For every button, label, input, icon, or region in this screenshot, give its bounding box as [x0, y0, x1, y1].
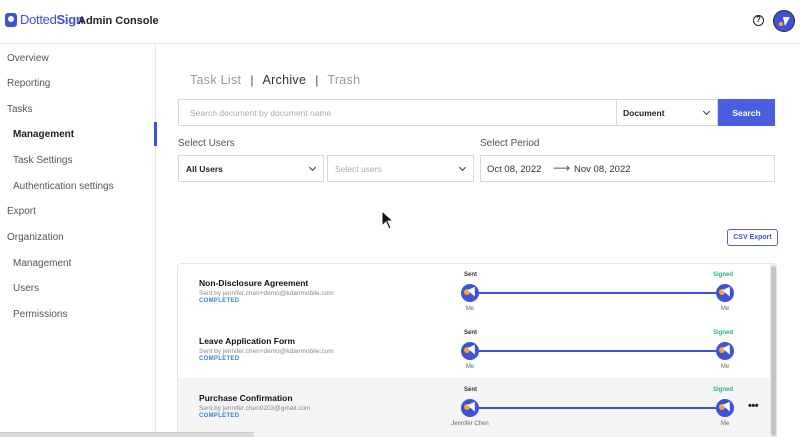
- task-tabs: Task List | Archive | Trash: [190, 73, 360, 87]
- signed-label: Signed: [713, 272, 734, 278]
- sidebar-item-tasks-management[interactable]: Management: [0, 122, 157, 146]
- sidebar-item-label: Overview: [7, 52, 49, 64]
- period-start-date[interactable]: Oct 08, 2022: [487, 164, 541, 175]
- sent-label: Sent: [464, 387, 478, 393]
- sidebar-item-authentication-settings[interactable]: Authentication settings: [0, 174, 156, 198]
- chevron-down-icon: [308, 163, 317, 172]
- period-end-date[interactable]: Nov 08, 2022: [574, 164, 631, 175]
- sender-name: Me: [465, 306, 475, 312]
- sidebar-item-tasks[interactable]: Tasks: [0, 97, 156, 121]
- sidebar: Overview Reporting Tasks Management Task…: [0, 44, 157, 437]
- document-title[interactable]: Purchase Confirmation: [199, 393, 293, 403]
- document-type-value: Document: [623, 107, 665, 118]
- sidebar-item-label: Permissions: [13, 308, 68, 320]
- sidebar-item-org-management[interactable]: Management: [0, 251, 156, 275]
- sidebar-item-users[interactable]: Users: [0, 276, 156, 300]
- chevron-down-icon: [702, 107, 711, 116]
- logo-text: DottedSign: [20, 12, 84, 27]
- users-scope-value: All Users: [186, 163, 223, 174]
- mouse-cursor-icon: [381, 210, 393, 230]
- progress-line: [470, 292, 726, 294]
- sidebar-item-permissions[interactable]: Permissions: [0, 302, 156, 326]
- document-title[interactable]: Non-Disclosure Agreement: [199, 278, 308, 288]
- signer-name: Me: [720, 421, 730, 427]
- browser-status-bar: [0, 432, 254, 437]
- csv-export-button[interactable]: CSV Export: [727, 229, 778, 246]
- tab-separator: |: [250, 73, 254, 87]
- document-sender: Sent by jennifer.chen+demo@kdanmobile.co…: [199, 348, 334, 355]
- status-badge: COMPLETED: [199, 298, 240, 304]
- status-badge: COMPLETED: [199, 413, 240, 419]
- signer-name: Me: [720, 364, 730, 370]
- tab-archive[interactable]: Archive: [262, 73, 306, 87]
- select-users-label: Select Users: [178, 138, 235, 149]
- sent-label: Sent: [464, 330, 478, 336]
- document-sender: Sent by jennifer.chen+demo@kdanmobile.co…: [199, 290, 334, 297]
- more-options-icon[interactable]: •••: [748, 400, 759, 412]
- avatar-logo-icon: [778, 17, 790, 27]
- top-header: DottedSign Admin Console ?: [0, 0, 800, 44]
- document-row[interactable]: Non-Disclosure Agreement Sent by jennife…: [178, 264, 770, 322]
- document-title[interactable]: Leave Application Form: [199, 336, 295, 346]
- signer-avatar[interactable]: [716, 284, 734, 302]
- select-period-label: Select Period: [480, 138, 540, 149]
- sent-label: Sent: [464, 272, 478, 278]
- search-button[interactable]: Search: [718, 99, 775, 126]
- sidebar-item-label: Authentication settings: [13, 180, 114, 192]
- period-picker[interactable]: Oct 08, 2022 ⟶ Nov 08, 2022: [480, 155, 775, 182]
- progress-line: [470, 407, 726, 409]
- status-badge: COMPLETED: [199, 356, 240, 362]
- sidebar-item-export[interactable]: Export: [0, 199, 156, 223]
- tab-task-list[interactable]: Task List: [190, 73, 241, 87]
- sidebar-item-task-settings[interactable]: Task Settings: [0, 148, 156, 172]
- document-row[interactable]: Leave Application Form Sent by jennifer.…: [178, 321, 770, 379]
- sender-avatar[interactable]: [461, 399, 479, 417]
- active-indicator: [154, 122, 157, 146]
- sidebar-item-label: Users: [13, 282, 40, 294]
- progress-line: [470, 350, 726, 352]
- sender-avatar[interactable]: [461, 342, 479, 360]
- scrollbar-thumb[interactable]: [771, 266, 776, 436]
- sender-name: Me: [465, 364, 475, 370]
- sidebar-item-label: Organization: [7, 231, 64, 243]
- sidebar-item-label: Reporting: [7, 77, 51, 89]
- sidebar-item-label: Task Settings: [13, 154, 73, 166]
- users-select[interactable]: Select users: [327, 155, 474, 182]
- logo-icon: [5, 12, 17, 27]
- signer-avatar[interactable]: [716, 399, 734, 417]
- user-avatar[interactable]: [773, 10, 795, 32]
- signer-name: Me: [720, 306, 730, 312]
- search-input[interactable]: Search document by document name: [178, 99, 617, 126]
- chevron-down-icon: [458, 163, 467, 172]
- document-type-select[interactable]: Document: [616, 99, 718, 126]
- signed-label: Signed: [713, 387, 734, 393]
- document-list: Non-Disclosure Agreement Sent by jennife…: [177, 263, 777, 437]
- sidebar-item-label: Management: [13, 128, 75, 140]
- users-select-placeholder: Select users: [335, 163, 382, 174]
- tab-separator: |: [315, 73, 319, 87]
- sidebar-item-overview[interactable]: Overview: [0, 46, 156, 70]
- sidebar-item-reporting[interactable]: Reporting: [0, 71, 156, 95]
- signer-avatar[interactable]: [716, 342, 734, 360]
- sidebar-item-label: Tasks: [7, 103, 33, 115]
- users-scope-select[interactable]: All Users: [178, 155, 324, 182]
- signed-label: Signed: [713, 330, 734, 336]
- console-title: Admin Console: [78, 15, 159, 27]
- document-row[interactable]: Purchase Confirmation Sent by jennifer.c…: [178, 378, 770, 437]
- dottedsign-logo[interactable]: DottedSign: [5, 12, 84, 27]
- list-scrollbar[interactable]: [770, 264, 776, 437]
- document-sender: Sent by jennifer.chen0203@gmail.com: [199, 405, 311, 412]
- search-row: Search document by document name Documen…: [178, 99, 775, 126]
- sidebar-item-organization[interactable]: Organization: [0, 225, 156, 249]
- sidebar-item-label: Export: [7, 205, 36, 217]
- tab-trash[interactable]: Trash: [327, 73, 360, 87]
- help-icon[interactable]: ?: [753, 15, 764, 26]
- arrow-right-icon: ⟶: [553, 161, 571, 175]
- sender-name: Jennifer Chen: [451, 421, 489, 427]
- sidebar-item-label: Management: [13, 257, 72, 269]
- sender-avatar[interactable]: [461, 284, 479, 302]
